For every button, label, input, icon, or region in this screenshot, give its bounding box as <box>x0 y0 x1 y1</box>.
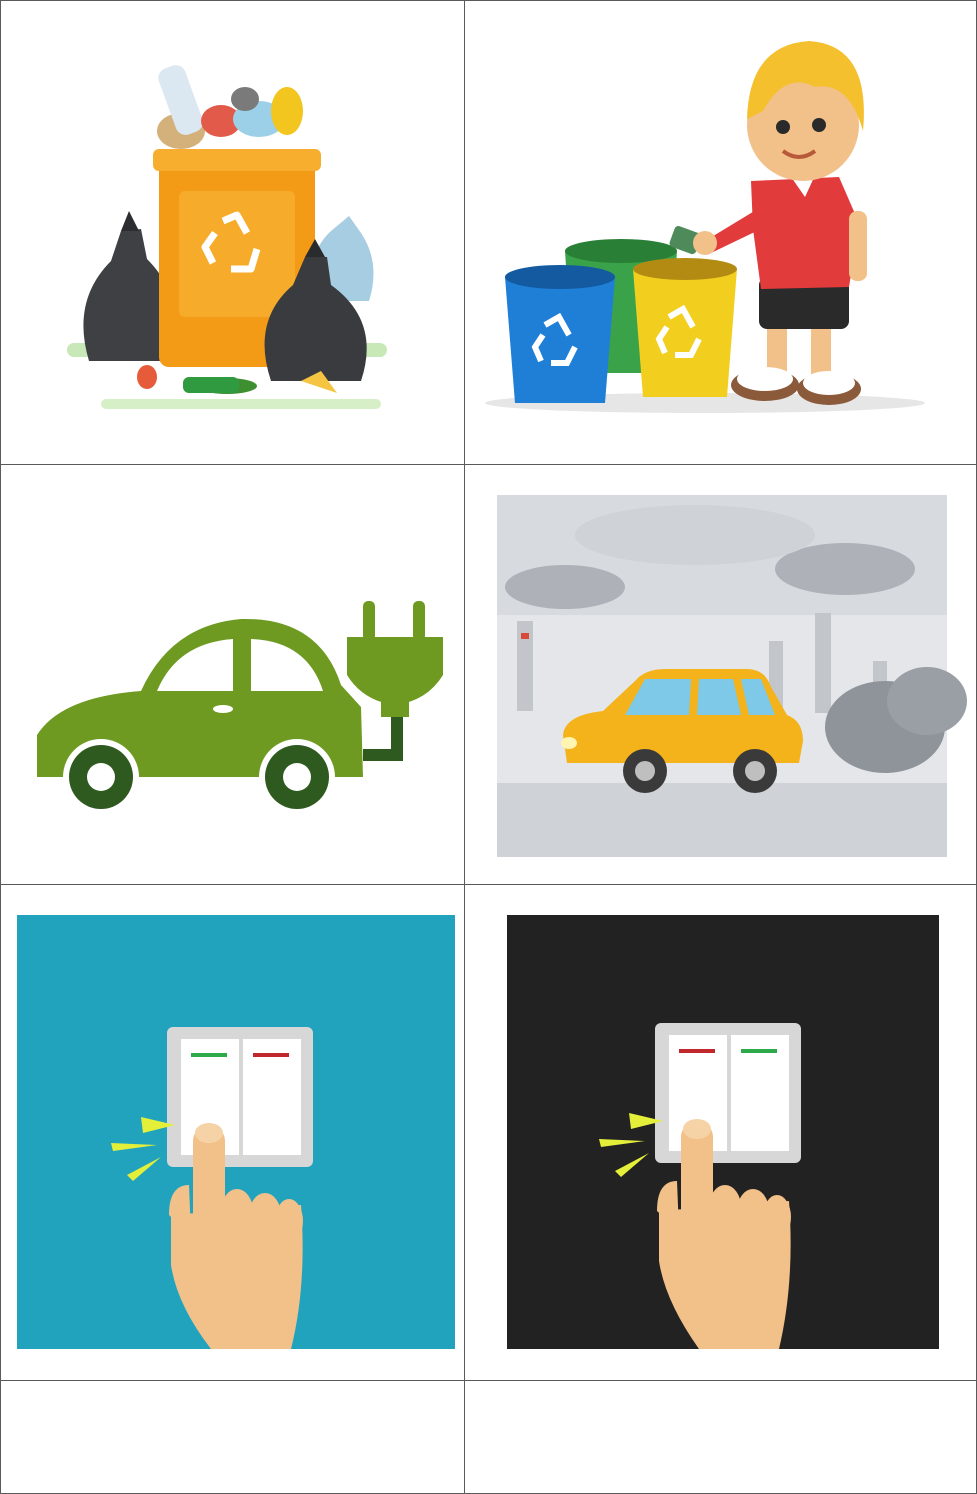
light-switch-on-icon <box>17 915 455 1349</box>
card-trash-bin <box>0 0 466 466</box>
polluting-car-icon <box>497 495 967 857</box>
card-boy-recycling <box>464 0 977 466</box>
overflowing-trash-bin-icon <box>67 65 387 409</box>
card-empty-left <box>0 1380 466 1494</box>
card-empty-right <box>464 1380 977 1494</box>
card-grid <box>0 0 977 1494</box>
boy-recycling-icon <box>485 41 925 413</box>
light-switch-off-icon <box>507 915 939 1349</box>
card-electric-car <box>0 464 466 886</box>
electric-car-icon <box>37 601 443 815</box>
card-switch-on <box>0 884 466 1382</box>
card-switch-off <box>464 884 977 1382</box>
card-polluting-car <box>464 464 977 886</box>
